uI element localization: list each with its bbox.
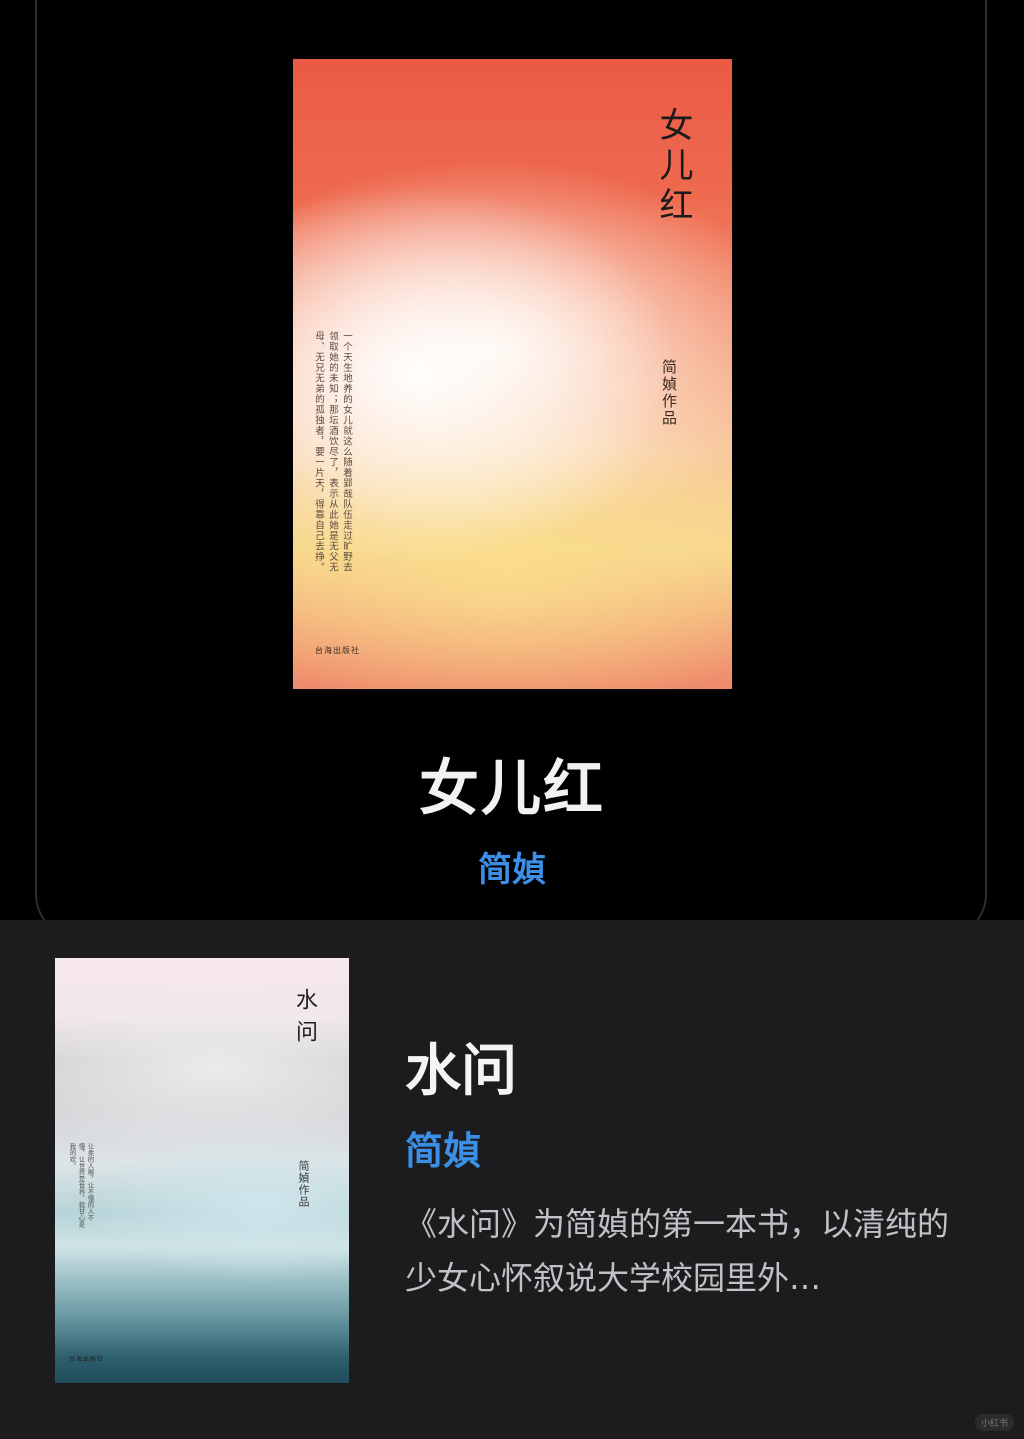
cover-publisher: 台海出版社 [69,1356,105,1363]
cover-author-line: 简媜作品 [297,1160,310,1208]
book-list-item[interactable]: 水问 简媜作品 让柔的人哪，让不懂的人不懂，让世界是世界，我甘心是我的欢。 台海… [0,920,1024,1439]
cover-blurb: 让柔的人哪，让不懂的人不懂，让世界是世界，我甘心是我的欢。 [68,1143,94,1228]
book-cover[interactable]: 水问 简媜作品 让柔的人哪，让不懂的人不懂，让世界是世界，我甘心是我的欢。 台海… [55,958,349,1383]
book-author-link[interactable]: 简媜 [405,1120,481,1175]
book-title[interactable]: 水问 [405,1026,517,1107]
cover-publisher: 台海出版社 [315,646,360,655]
cover-author-line: 简媜作品 [660,359,678,427]
cover-title: 水问 [292,988,317,1052]
featured-book-title[interactable]: 女儿红 [0,740,1024,827]
book-description: 《水问》为简媜的第一本书，以清纯的少女心怀叙说大学校园里外… [405,1205,950,1297]
featured-book-cover[interactable]: 女儿红 简媜作品 一个天生地养的女儿就这么随着郢哉队伍走过旷野去领取她的未知；那… [293,59,732,689]
cover-title: 女儿红 [653,107,693,227]
cover-blurb: 一个天生地养的女儿就这么随着郢哉队伍走过旷野去领取她的未知；那坛酒饮尽了，表示从… [313,331,352,573]
watermark: 小红书 [974,1414,1014,1431]
featured-book-author[interactable]: 简媜 [0,842,1024,891]
